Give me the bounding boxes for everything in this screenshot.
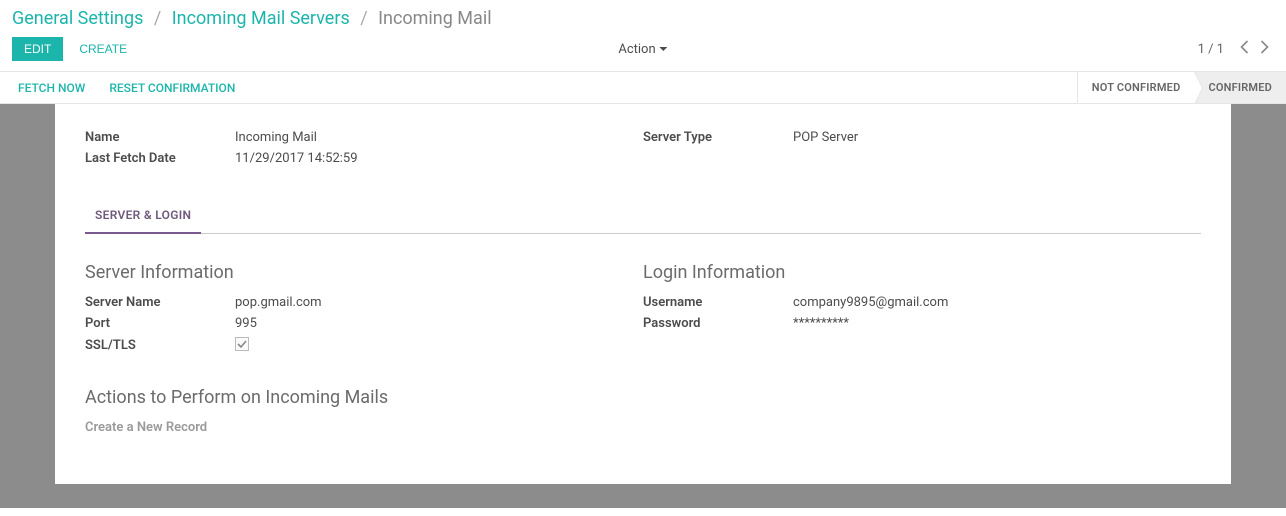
breadcrumb-level1[interactable]: General Settings	[12, 8, 143, 29]
secondary-bar: FETCH NOW RESET CONFIRMATION NOT CONFIRM…	[0, 72, 1286, 104]
breadcrumb-level2[interactable]: Incoming Mail Servers	[172, 8, 350, 29]
field-ssl-tls: SSL/TLS	[85, 337, 643, 353]
breadcrumb-separator: /	[154, 8, 161, 29]
create-new-record-label: Create a New Record	[85, 420, 1201, 435]
field-server-name: Server Name pop.gmail.com	[85, 295, 643, 310]
control-bar: EDIT CREATE Action 1 / 1	[0, 33, 1286, 72]
background-area: Name Incoming Mail Last Fetch Date 11/29…	[0, 104, 1286, 508]
section-login-information: Login Information	[643, 262, 1201, 283]
form-card: Name Incoming Mail Last Fetch Date 11/29…	[55, 104, 1231, 484]
breadcrumb: General Settings / Incoming Mail Servers…	[0, 0, 1286, 33]
action-dropdown-label: Action	[618, 42, 655, 57]
chevron-left-icon	[1240, 40, 1249, 54]
ssl-tls-checkbox	[235, 337, 249, 351]
status-confirmed[interactable]: CONFIRMED	[1194, 72, 1286, 103]
breadcrumb-current: Incoming Mail	[378, 8, 491, 29]
create-button[interactable]: CREATE	[79, 42, 127, 56]
edit-button[interactable]: EDIT	[12, 37, 63, 61]
field-password: Password **********	[643, 316, 1201, 331]
section-actions-incoming: Actions to Perform on Incoming Mails	[85, 387, 1201, 408]
section-server-information: Server Information	[85, 262, 643, 283]
check-icon	[237, 339, 247, 349]
field-port: Port 995	[85, 316, 643, 331]
fetch-now-button[interactable]: FETCH NOW	[18, 81, 85, 95]
pager-count: 1 / 1	[1198, 42, 1224, 57]
field-server-type: Server Type POP Server	[643, 130, 1201, 145]
pager-next[interactable]	[1254, 40, 1274, 58]
field-username: Username company9895@gmail.com	[643, 295, 1201, 310]
field-name: Name Incoming Mail	[85, 130, 643, 145]
tabs: SERVER & LOGIN	[85, 200, 1201, 234]
pager: 1 / 1	[1198, 40, 1274, 58]
status-not-confirmed[interactable]: NOT CONFIRMED	[1077, 72, 1195, 103]
tab-server-login[interactable]: SERVER & LOGIN	[85, 200, 201, 234]
reset-confirmation-button[interactable]: RESET CONFIRMATION	[109, 81, 235, 95]
caret-down-icon	[660, 47, 668, 51]
status-group: NOT CONFIRMED CONFIRMED	[1077, 72, 1286, 103]
action-dropdown[interactable]: Action	[618, 42, 667, 57]
chevron-right-icon	[1260, 40, 1269, 54]
field-last-fetch-date: Last Fetch Date 11/29/2017 14:52:59	[85, 151, 643, 166]
pager-prev[interactable]	[1234, 40, 1254, 58]
breadcrumb-separator: /	[360, 8, 367, 29]
